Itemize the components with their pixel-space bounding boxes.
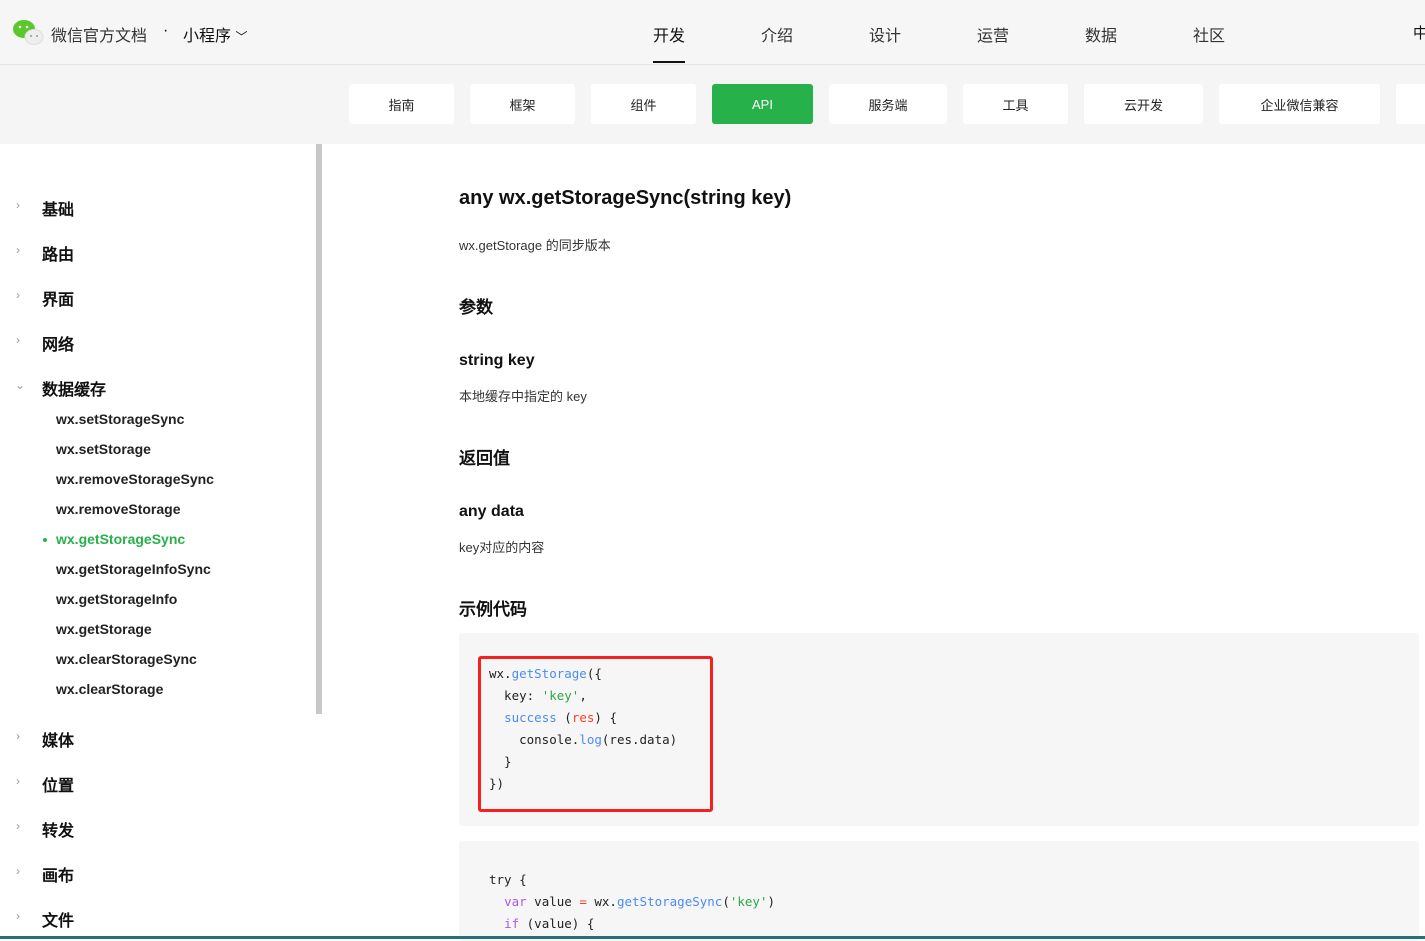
params-heading: 参数 [459,298,493,317]
nav-community[interactable]: 社区 [1193,22,1225,46]
chevron-right-icon: › [16,864,20,878]
param-name: string key [459,352,535,369]
sidebar-item[interactable]: wx.getStorageInfo [56,591,177,607]
chevron-right-icon: › [16,774,20,788]
product-dropdown[interactable]: 小程序 ﹀ [183,22,247,46]
chevron-right-icon: › [16,288,20,302]
return-desc: key对应的内容 [459,540,545,555]
chevron-right-icon: › [16,909,20,923]
tab-guide[interactable]: 指南 [349,84,454,124]
sidebar-scrollbar[interactable] [316,144,322,714]
chevron-down-icon: ⌄ [15,378,26,392]
active-bullet-icon [43,538,47,542]
sub-navigation: 指南 框架 组件 API 服务端 工具 云开发 企业微信兼容 [0,65,1425,144]
nav-active-indicator [653,61,685,63]
sidebar-item[interactable]: wx.removeStorageSync [56,471,214,487]
sidebar-category[interactable]: 转发 [42,817,74,841]
return-heading: 返回值 [459,449,510,468]
sidebar-category[interactable]: 数据缓存 [42,376,106,400]
sidebar-category[interactable]: 界面 [42,286,74,310]
wechat-logo-icon [13,20,44,45]
sidebar: › 基础 › 路由 › 界面 › 网络 ⌄ 数据缓存 wx.setStorageSync … [0,144,316,939]
sidebar-category[interactable]: 位置 [42,772,74,796]
tab-wecom[interactable]: 企业微信兼容 [1219,84,1380,124]
chevron-right-icon: › [16,243,20,257]
sidebar-item[interactable]: wx.clearStorageSync [56,651,197,667]
chevron-down-icon: ﹀ [235,30,248,44]
nav-design[interactable]: 设计 [869,22,901,46]
example-heading: 示例代码 [459,600,527,619]
sidebar-category[interactable]: 路由 [42,241,74,265]
separator: · [163,22,169,39]
sidebar-item[interactable]: wx.getStorageInfoSync [56,561,211,577]
tab-tools[interactable]: 工具 [963,84,1068,124]
chevron-right-icon: › [16,198,20,212]
nav-data[interactable]: 数据 [1085,22,1117,46]
sidebar-item[interactable]: wx.clearStorage [56,681,163,697]
sidebar-item[interactable]: wx.getStorage [56,621,152,637]
top-header: 微信官方文档 · 小程序 ﹀ 开发 介绍 设计 运营 数据 社区 中 [0,0,1425,65]
tab-more[interactable] [1396,84,1425,124]
chevron-right-icon: › [16,333,20,347]
sidebar-category[interactable]: 画布 [42,862,74,886]
sidebar-category[interactable]: 文件 [42,907,74,931]
nav-operation[interactable]: 运营 [977,22,1009,46]
page-title: any wx.getStorageSync(string key) [459,187,792,209]
tab-api[interactable]: API [712,84,813,124]
tab-server[interactable]: 服务端 [829,84,947,124]
brand-title[interactable]: 微信官方文档 [51,22,147,46]
param-desc: 本地缓存中指定的 key [459,389,587,404]
nav-develop[interactable]: 开发 [653,22,685,46]
code-block-sync[interactable]: try { var value = wx.getStorageSync('key… [459,841,1419,941]
sidebar-item[interactable]: wx.setStorageSync [56,411,184,427]
nav-intro[interactable]: 介绍 [761,22,793,46]
sidebar-category[interactable]: 媒体 [42,727,74,751]
sidebar-category[interactable]: 基础 [42,196,74,220]
language-switch[interactable]: 中 [1413,22,1425,43]
highlight-box [478,656,713,812]
tab-framework[interactable]: 框架 [470,84,575,124]
tab-components[interactable]: 组件 [591,84,696,124]
tab-cloud[interactable]: 云开发 [1084,84,1203,124]
sidebar-item-active[interactable]: wx.getStorageSync [56,531,185,547]
sidebar-category[interactable]: 网络 [42,331,74,355]
return-name: any data [459,503,524,520]
chevron-right-icon: › [16,819,20,833]
sidebar-item[interactable]: wx.setStorage [56,441,151,457]
chevron-right-icon: › [16,729,20,743]
sidebar-item[interactable]: wx.removeStorage [56,501,181,517]
product-label: 小程序 [183,28,232,45]
description: wx.getStorage 的同步版本 [459,238,611,253]
